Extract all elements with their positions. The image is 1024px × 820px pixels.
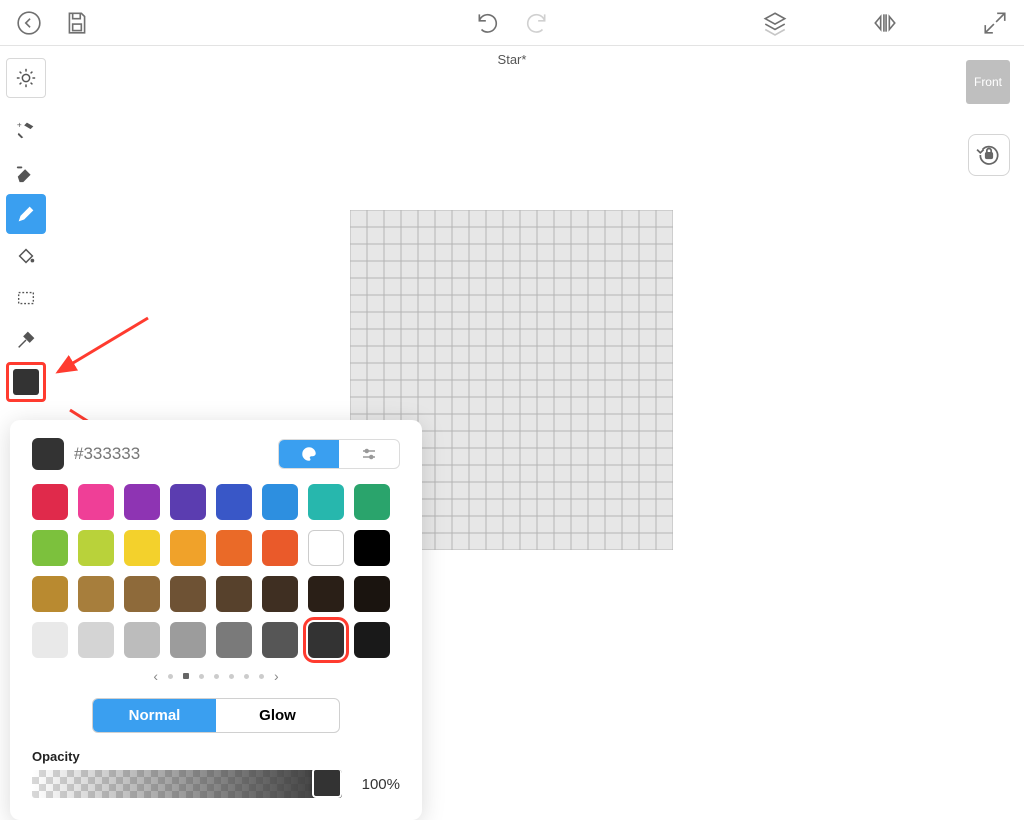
swatch[interactable] — [262, 484, 298, 520]
select-tool[interactable] — [6, 278, 46, 318]
swatch[interactable] — [170, 530, 206, 566]
swatch[interactable] — [354, 484, 390, 520]
swatch[interactable] — [124, 576, 160, 612]
color-picker-popover: ‹ › Normal Glow Opacity 100% — [10, 420, 422, 820]
light-tool[interactable] — [6, 58, 46, 98]
redo-icon[interactable] — [521, 8, 551, 38]
swatch[interactable] — [32, 576, 68, 612]
save-icon[interactable] — [62, 8, 92, 38]
swatch[interactable] — [78, 622, 114, 658]
mode-glow[interactable]: Glow — [216, 699, 339, 732]
swatch[interactable] — [354, 622, 390, 658]
build-tool[interactable]: + — [6, 110, 46, 150]
swatch[interactable] — [32, 484, 68, 520]
back-button[interactable] — [14, 8, 44, 38]
palette-mode-toggle — [278, 439, 400, 469]
left-toolbar: + — [6, 58, 46, 402]
opacity-handle[interactable] — [312, 770, 342, 798]
picker-color-preview — [32, 438, 64, 470]
pager-dot[interactable] — [214, 674, 219, 679]
swatch[interactable] — [354, 530, 390, 566]
opacity-label: Opacity — [32, 749, 400, 764]
sliders-tab[interactable] — [339, 440, 399, 468]
pager-next[interactable]: › — [274, 668, 279, 684]
swatch[interactable] — [262, 622, 298, 658]
pager-dot[interactable] — [259, 674, 264, 679]
paint-mode-toggle: Normal Glow — [92, 698, 340, 733]
swatch[interactable] — [170, 622, 206, 658]
swatch[interactable] — [78, 484, 114, 520]
swatch[interactable] — [32, 622, 68, 658]
swatch[interactable] — [170, 576, 206, 612]
swatch[interactable] — [262, 576, 298, 612]
fullscreen-icon[interactable] — [980, 8, 1010, 38]
swatch[interactable] — [124, 530, 160, 566]
opacity-value: 100% — [352, 776, 400, 793]
pager-dot[interactable] — [199, 674, 204, 679]
paint-tool[interactable] — [6, 194, 46, 234]
swatch[interactable] — [262, 530, 298, 566]
color-swatch-button[interactable] — [6, 362, 46, 402]
erase-tool[interactable] — [6, 152, 46, 192]
swatch[interactable] — [124, 622, 160, 658]
swatch[interactable] — [308, 530, 344, 566]
current-color-preview — [13, 369, 39, 395]
swatch[interactable] — [216, 530, 252, 566]
annotation-arrow-1 — [40, 310, 160, 390]
swatch[interactable] — [354, 576, 390, 612]
swatch[interactable] — [78, 530, 114, 566]
eyedropper-tool[interactable] — [6, 320, 46, 360]
swatch[interactable] — [216, 484, 252, 520]
pager-dot[interactable] — [244, 674, 249, 679]
swatch[interactable] — [124, 484, 160, 520]
layers-icon[interactable] — [760, 8, 790, 38]
pager-dot[interactable] — [168, 674, 173, 679]
view-front-badge[interactable]: Front — [966, 60, 1010, 104]
hex-input[interactable] — [74, 444, 194, 464]
document-title: Star* — [498, 52, 527, 67]
swatch[interactable] — [216, 622, 252, 658]
pager-dot[interactable] — [229, 674, 234, 679]
mode-normal[interactable]: Normal — [93, 699, 216, 732]
swatch[interactable] — [170, 484, 206, 520]
pager-dot[interactable] — [183, 673, 189, 679]
palette-tab[interactable] — [279, 440, 339, 468]
mirror-icon[interactable] — [870, 8, 900, 38]
rotate-lock-button[interactable] — [968, 134, 1010, 176]
bucket-tool[interactable] — [6, 236, 46, 276]
top-toolbar — [0, 0, 1024, 46]
undo-icon[interactable] — [473, 8, 503, 38]
opacity-slider[interactable] — [32, 770, 342, 798]
swatch[interactable] — [308, 576, 344, 612]
svg-text:+: + — [17, 120, 22, 129]
swatch[interactable] — [78, 576, 114, 612]
swatch-grid — [32, 484, 400, 658]
swatch[interactable] — [216, 576, 252, 612]
swatch[interactable] — [32, 530, 68, 566]
palette-pager: ‹ › — [32, 668, 400, 684]
pager-prev[interactable]: ‹ — [153, 668, 158, 684]
swatch[interactable] — [308, 622, 344, 658]
swatch[interactable] — [308, 484, 344, 520]
